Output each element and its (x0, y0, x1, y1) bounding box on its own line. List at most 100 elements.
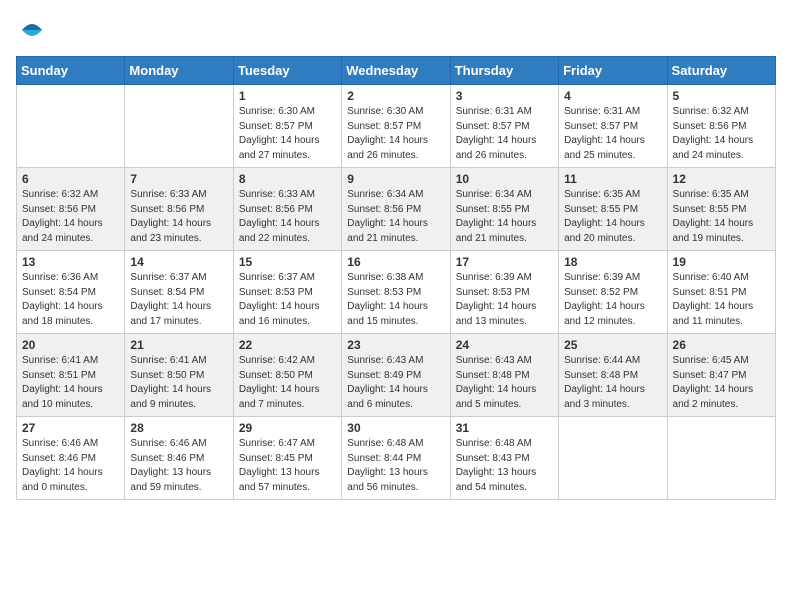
day-number: 24 (456, 338, 553, 352)
day-info: Sunrise: 6:38 AM Sunset: 8:53 PM Dayligh… (347, 271, 444, 329)
day-number: 27 (22, 421, 119, 435)
calendar-cell: 16Sunrise: 6:38 AM Sunset: 8:53 PM Dayli… (342, 251, 450, 334)
day-number: 2 (347, 89, 444, 103)
day-info: Sunrise: 6:45 AM Sunset: 8:47 PM Dayligh… (673, 354, 770, 412)
day-info: Sunrise: 6:31 AM Sunset: 8:57 PM Dayligh… (564, 105, 661, 163)
calendar-week-row: 20Sunrise: 6:41 AM Sunset: 8:51 PM Dayli… (17, 334, 776, 417)
day-info: Sunrise: 6:32 AM Sunset: 8:56 PM Dayligh… (22, 188, 119, 246)
day-number: 15 (239, 255, 336, 269)
calendar-cell: 29 Sunrise: 6:47 AM Sunset: 8:45 PM Dayli… (233, 417, 341, 500)
calendar-cell (125, 85, 233, 168)
calendar-cell: 8Sunrise: 6:33 AM Sunset: 8:56 PM Daylig… (233, 168, 341, 251)
calendar-cell: 27 Sunrise: 6:46 AM Sunset: 8:46 PM Dayli… (17, 417, 125, 500)
calendar-header-sunday: Sunday (17, 57, 125, 85)
calendar-cell: 7 Sunrise: 6:33 AM Sunset: 8:56 PM Daylig… (125, 168, 233, 251)
day-info: Sunrise: 6:35 AM Sunset: 8:55 PM Dayligh… (673, 188, 770, 246)
day-number: 22 (239, 338, 336, 352)
day-number: 1 (239, 89, 336, 103)
day-number: 31 (456, 421, 553, 435)
day-number: 14 (130, 255, 227, 269)
day-info: Sunrise: 6:48 AM Sunset: 8:43 PM Dayligh… (456, 437, 553, 495)
day-number: 13 (22, 255, 119, 269)
calendar-cell (559, 417, 667, 500)
day-info: Sunrise: 6:34 AM Sunset: 8:55 PM Dayligh… (456, 188, 553, 246)
calendar-cell: 23 Sunrise: 6:43 AM Sunset: 8:49 PM Dayli… (342, 334, 450, 417)
calendar-cell: 28 Sunrise: 6:46 AM Sunset: 8:46 PM Dayli… (125, 417, 233, 500)
calendar-header-saturday: Saturday (667, 57, 775, 85)
day-number: 29 (239, 421, 336, 435)
calendar-cell: 21Sunrise: 6:41 AM Sunset: 8:50 PM Dayli… (125, 334, 233, 417)
calendar-cell: 5 Sunrise: 6:32 AM Sunset: 8:56 PM Daylig… (667, 85, 775, 168)
calendar-cell: 18Sunrise: 6:39 AM Sunset: 8:52 PM Dayli… (559, 251, 667, 334)
calendar-header-row: SundayMondayTuesdayWednesdayThursdayFrid… (17, 57, 776, 85)
day-number: 26 (673, 338, 770, 352)
calendar-cell: 15 Sunrise: 6:37 AM Sunset: 8:53 PM Dayli… (233, 251, 341, 334)
day-number: 25 (564, 338, 661, 352)
day-info: Sunrise: 6:46 AM Sunset: 8:46 PM Dayligh… (22, 437, 119, 495)
day-info: Sunrise: 6:32 AM Sunset: 8:56 PM Dayligh… (673, 105, 770, 163)
day-info: Sunrise: 6:30 AM Sunset: 8:57 PM Dayligh… (347, 105, 444, 163)
calendar-cell: 4 Sunrise: 6:31 AM Sunset: 8:57 PM Daylig… (559, 85, 667, 168)
day-number: 7 (130, 172, 227, 186)
day-info: Sunrise: 6:46 AM Sunset: 8:46 PM Dayligh… (130, 437, 227, 495)
calendar-cell: 9 Sunrise: 6:34 AM Sunset: 8:56 PM Daylig… (342, 168, 450, 251)
day-number: 11 (564, 172, 661, 186)
calendar-header-monday: Monday (125, 57, 233, 85)
day-number: 5 (673, 89, 770, 103)
calendar-week-row: 27 Sunrise: 6:46 AM Sunset: 8:46 PM Dayli… (17, 417, 776, 500)
calendar-cell (667, 417, 775, 500)
day-info: Sunrise: 6:43 AM Sunset: 8:49 PM Dayligh… (347, 354, 444, 412)
calendar-cell: 14 Sunrise: 6:37 AM Sunset: 8:54 PM Dayli… (125, 251, 233, 334)
calendar-cell: 12 Sunrise: 6:35 AM Sunset: 8:55 PM Dayli… (667, 168, 775, 251)
day-info: Sunrise: 6:42 AM Sunset: 8:50 PM Dayligh… (239, 354, 336, 412)
day-info: Sunrise: 6:37 AM Sunset: 8:54 PM Dayligh… (130, 271, 227, 329)
day-number: 21 (130, 338, 227, 352)
calendar-cell: 24 Sunrise: 6:43 AM Sunset: 8:48 PM Dayli… (450, 334, 558, 417)
day-info: Sunrise: 6:31 AM Sunset: 8:57 PM Dayligh… (456, 105, 553, 163)
day-info: Sunrise: 6:47 AM Sunset: 8:45 PM Dayligh… (239, 437, 336, 495)
calendar-cell: 25 Sunrise: 6:44 AM Sunset: 8:48 PM Dayli… (559, 334, 667, 417)
day-info: Sunrise: 6:30 AM Sunset: 8:57 PM Dayligh… (239, 105, 336, 163)
day-info: Sunrise: 6:37 AM Sunset: 8:53 PM Dayligh… (239, 271, 336, 329)
day-number: 3 (456, 89, 553, 103)
calendar-week-row: 6 Sunrise: 6:32 AM Sunset: 8:56 PM Daylig… (17, 168, 776, 251)
logo (16, 16, 46, 44)
day-info: Sunrise: 6:39 AM Sunset: 8:52 PM Dayligh… (564, 271, 661, 329)
day-info: Sunrise: 6:39 AM Sunset: 8:53 PM Dayligh… (456, 271, 553, 329)
day-number: 19 (673, 255, 770, 269)
calendar-cell: 20Sunrise: 6:41 AM Sunset: 8:51 PM Dayli… (17, 334, 125, 417)
calendar-cell: 31 Sunrise: 6:48 AM Sunset: 8:43 PM Dayli… (450, 417, 558, 500)
page-header (16, 16, 776, 44)
day-info: Sunrise: 6:35 AM Sunset: 8:55 PM Dayligh… (564, 188, 661, 246)
day-info: Sunrise: 6:48 AM Sunset: 8:44 PM Dayligh… (347, 437, 444, 495)
calendar-cell (17, 85, 125, 168)
calendar-header-thursday: Thursday (450, 57, 558, 85)
day-number: 12 (673, 172, 770, 186)
day-number: 6 (22, 172, 119, 186)
calendar-week-row: 1 Sunrise: 6:30 AM Sunset: 8:57 PM Daylig… (17, 85, 776, 168)
calendar-cell: 2 Sunrise: 6:30 AM Sunset: 8:57 PM Daylig… (342, 85, 450, 168)
day-info: Sunrise: 6:34 AM Sunset: 8:56 PM Dayligh… (347, 188, 444, 246)
day-info: Sunrise: 6:33 AM Sunset: 8:56 PM Dayligh… (239, 188, 336, 246)
day-info: Sunrise: 6:40 AM Sunset: 8:51 PM Dayligh… (673, 271, 770, 329)
day-info: Sunrise: 6:33 AM Sunset: 8:56 PM Dayligh… (130, 188, 227, 246)
day-number: 4 (564, 89, 661, 103)
day-info: Sunrise: 6:44 AM Sunset: 8:48 PM Dayligh… (564, 354, 661, 412)
day-info: Sunrise: 6:43 AM Sunset: 8:48 PM Dayligh… (456, 354, 553, 412)
calendar-cell: 30 Sunrise: 6:48 AM Sunset: 8:44 PM Dayli… (342, 417, 450, 500)
calendar-cell: 17 Sunrise: 6:39 AM Sunset: 8:53 PM Dayli… (450, 251, 558, 334)
calendar-header-friday: Friday (559, 57, 667, 85)
day-number: 23 (347, 338, 444, 352)
day-number: 9 (347, 172, 444, 186)
day-number: 17 (456, 255, 553, 269)
day-number: 30 (347, 421, 444, 435)
calendar-cell: 1 Sunrise: 6:30 AM Sunset: 8:57 PM Daylig… (233, 85, 341, 168)
day-number: 10 (456, 172, 553, 186)
calendar-header-tuesday: Tuesday (233, 57, 341, 85)
calendar-cell: 13Sunrise: 6:36 AM Sunset: 8:54 PM Dayli… (17, 251, 125, 334)
calendar-cell: 6 Sunrise: 6:32 AM Sunset: 8:56 PM Daylig… (17, 168, 125, 251)
day-info: Sunrise: 6:41 AM Sunset: 8:51 PM Dayligh… (22, 354, 119, 412)
calendar-cell: 22 Sunrise: 6:42 AM Sunset: 8:50 PM Dayli… (233, 334, 341, 417)
day-number: 28 (130, 421, 227, 435)
logo-icon (18, 16, 46, 44)
